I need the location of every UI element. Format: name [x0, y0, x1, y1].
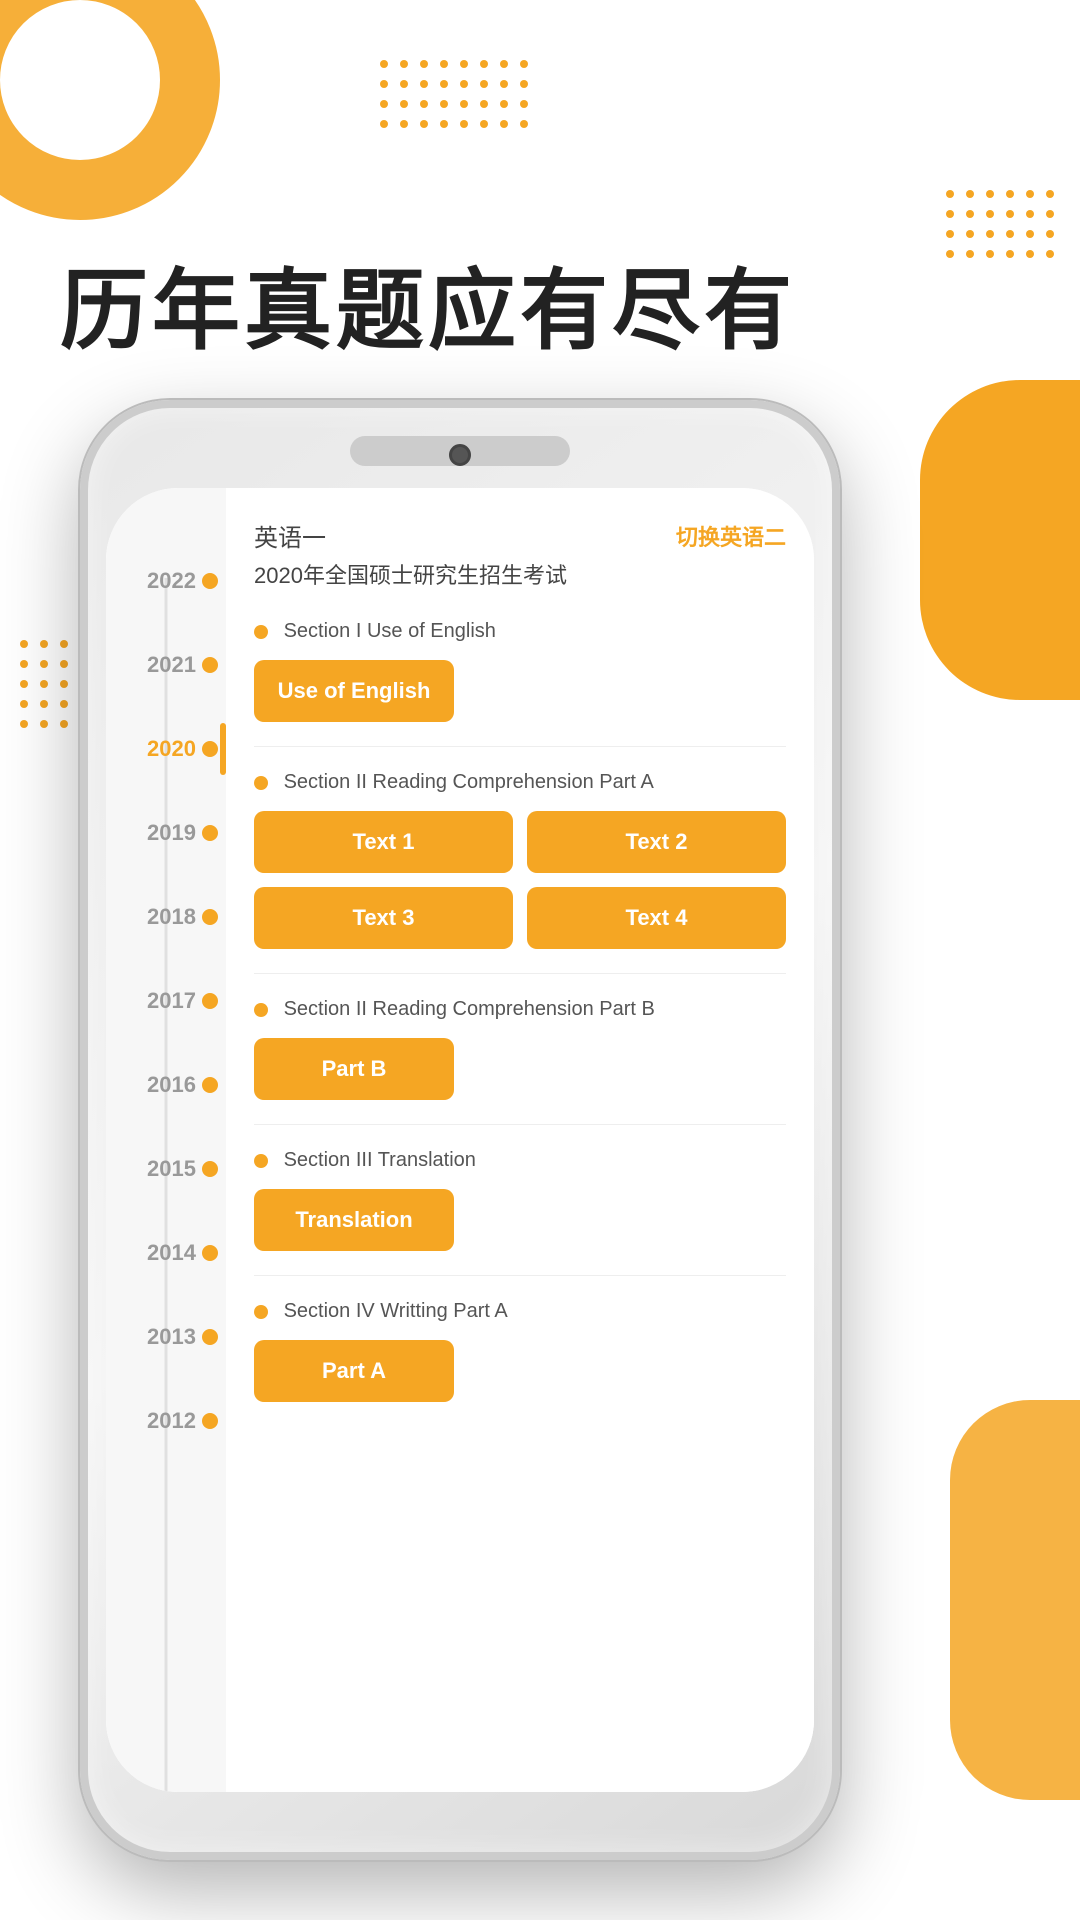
- section-title-1: Section I Use of English: [254, 616, 786, 646]
- section-block-5: Section IV Writting Part A Part A: [254, 1296, 786, 1402]
- divider-2: [254, 973, 786, 974]
- use-of-english-button[interactable]: Use of English: [254, 660, 454, 722]
- section-title-3: Section II Reading Comprehension Part B: [254, 994, 786, 1024]
- year-item-2016[interactable]: 2016: [106, 1072, 226, 1098]
- year-dot-2013: [202, 1329, 218, 1345]
- section-4-buttons: Translation: [254, 1189, 454, 1251]
- year-label-2016: 2016: [147, 1072, 196, 1098]
- year-dot-2015: [202, 1161, 218, 1177]
- exam-type-label: 英语一: [254, 518, 326, 553]
- section-block-4: Section III Translation Translation: [254, 1145, 786, 1251]
- section-3-buttons: Part B: [254, 1038, 454, 1100]
- screen-content: 2022 2021 2020 2019: [106, 488, 814, 1792]
- divider-1: [254, 746, 786, 747]
- year-label-2014: 2014: [147, 1240, 196, 1266]
- section-dot-4: [254, 1154, 268, 1168]
- year-item-2017[interactable]: 2017: [106, 988, 226, 1014]
- phone-camera: [449, 444, 471, 466]
- year-item-2022[interactable]: 2022: [106, 568, 226, 594]
- section-dot-3: [254, 1003, 268, 1017]
- page-main-title: 历年真题应有尽有: [60, 240, 796, 367]
- section-title-4: Section III Translation: [254, 1145, 786, 1175]
- divider-4: [254, 1275, 786, 1276]
- text4-button[interactable]: Text 4: [527, 887, 786, 949]
- year-label-2020: 2020: [147, 736, 196, 762]
- year-label-2019: 2019: [147, 820, 196, 846]
- year-dot-2012: [202, 1413, 218, 1429]
- part-b-button[interactable]: Part B: [254, 1038, 454, 1100]
- year-sidebar: 2022 2021 2020 2019: [106, 488, 226, 1792]
- year-label-2018: 2018: [147, 904, 196, 930]
- year-active-bar: [220, 723, 226, 775]
- year-item-2019[interactable]: 2019: [106, 820, 226, 846]
- year-item-2013[interactable]: 2013: [106, 1324, 226, 1350]
- divider-3: [254, 1124, 786, 1125]
- year-dot-2016: [202, 1077, 218, 1093]
- content-header: 英语一 切换英语二: [254, 518, 786, 553]
- section-5-buttons: Part A: [254, 1340, 454, 1402]
- year-dot-2019: [202, 825, 218, 841]
- decorative-dots-top-center: [380, 60, 534, 134]
- exam-full-title: 2020年全国硕士研究生招生考试: [254, 561, 786, 592]
- section-block-1: Section I Use of English Use of English: [254, 616, 786, 722]
- year-dot-2020: [202, 741, 218, 757]
- year-item-2015[interactable]: 2015: [106, 1156, 226, 1182]
- section-2-buttons: Text 1 Text 2 Text 3 Text 4: [254, 811, 786, 949]
- phone-screen: 2022 2021 2020 2019: [106, 488, 814, 1792]
- section-dot-5: [254, 1305, 268, 1319]
- year-item-2018[interactable]: 2018: [106, 904, 226, 930]
- year-label-2022: 2022: [147, 568, 196, 594]
- year-item-2020[interactable]: 2020: [106, 736, 226, 762]
- phone-shell: 2022 2021 2020 2019: [80, 400, 840, 1860]
- text3-button[interactable]: Text 3: [254, 887, 513, 949]
- decorative-circle-top-left: [0, 0, 220, 220]
- section-dot-1: [254, 625, 268, 639]
- year-label-2017: 2017: [147, 988, 196, 1014]
- year-item-2012[interactable]: 2012: [106, 1408, 226, 1434]
- main-scroll-content[interactable]: 英语一 切换英语二 2020年全国硕士研究生招生考试 Section I Use…: [226, 488, 814, 1792]
- decorative-arc-right-bottom: [950, 1400, 1080, 1800]
- year-label-2013: 2013: [147, 1324, 196, 1350]
- section-title-5: Section IV Writting Part A: [254, 1296, 786, 1326]
- decorative-arc-right-mid: [920, 380, 1080, 700]
- year-dot-2018: [202, 909, 218, 925]
- year-label-2015: 2015: [147, 1156, 196, 1182]
- year-dot-2017: [202, 993, 218, 1009]
- switch-exam-button[interactable]: 切换英语二: [676, 520, 786, 552]
- year-dot-2021: [202, 657, 218, 673]
- year-dot-2022: [202, 573, 218, 589]
- text2-button[interactable]: Text 2: [527, 811, 786, 873]
- text1-button[interactable]: Text 1: [254, 811, 513, 873]
- year-item-2014[interactable]: 2014: [106, 1240, 226, 1266]
- year-item-2021[interactable]: 2021: [106, 652, 226, 678]
- section-dot-2: [254, 776, 268, 790]
- phone-mockup: 2022 2021 2020 2019: [80, 400, 840, 1860]
- section-block-2: Section II Reading Comprehension Part A …: [254, 767, 786, 949]
- decorative-dots-top-right: [946, 190, 1060, 264]
- translation-button[interactable]: Translation: [254, 1189, 454, 1251]
- section-1-buttons: Use of English: [254, 660, 454, 722]
- year-label-2012: 2012: [147, 1408, 196, 1434]
- section-block-3: Section II Reading Comprehension Part B …: [254, 994, 786, 1100]
- part-a-button[interactable]: Part A: [254, 1340, 454, 1402]
- year-dot-2014: [202, 1245, 218, 1261]
- section-title-2: Section II Reading Comprehension Part A: [254, 767, 786, 797]
- year-label-2021: 2021: [147, 652, 196, 678]
- phone-screen-inner: 2022 2021 2020 2019: [106, 488, 814, 1792]
